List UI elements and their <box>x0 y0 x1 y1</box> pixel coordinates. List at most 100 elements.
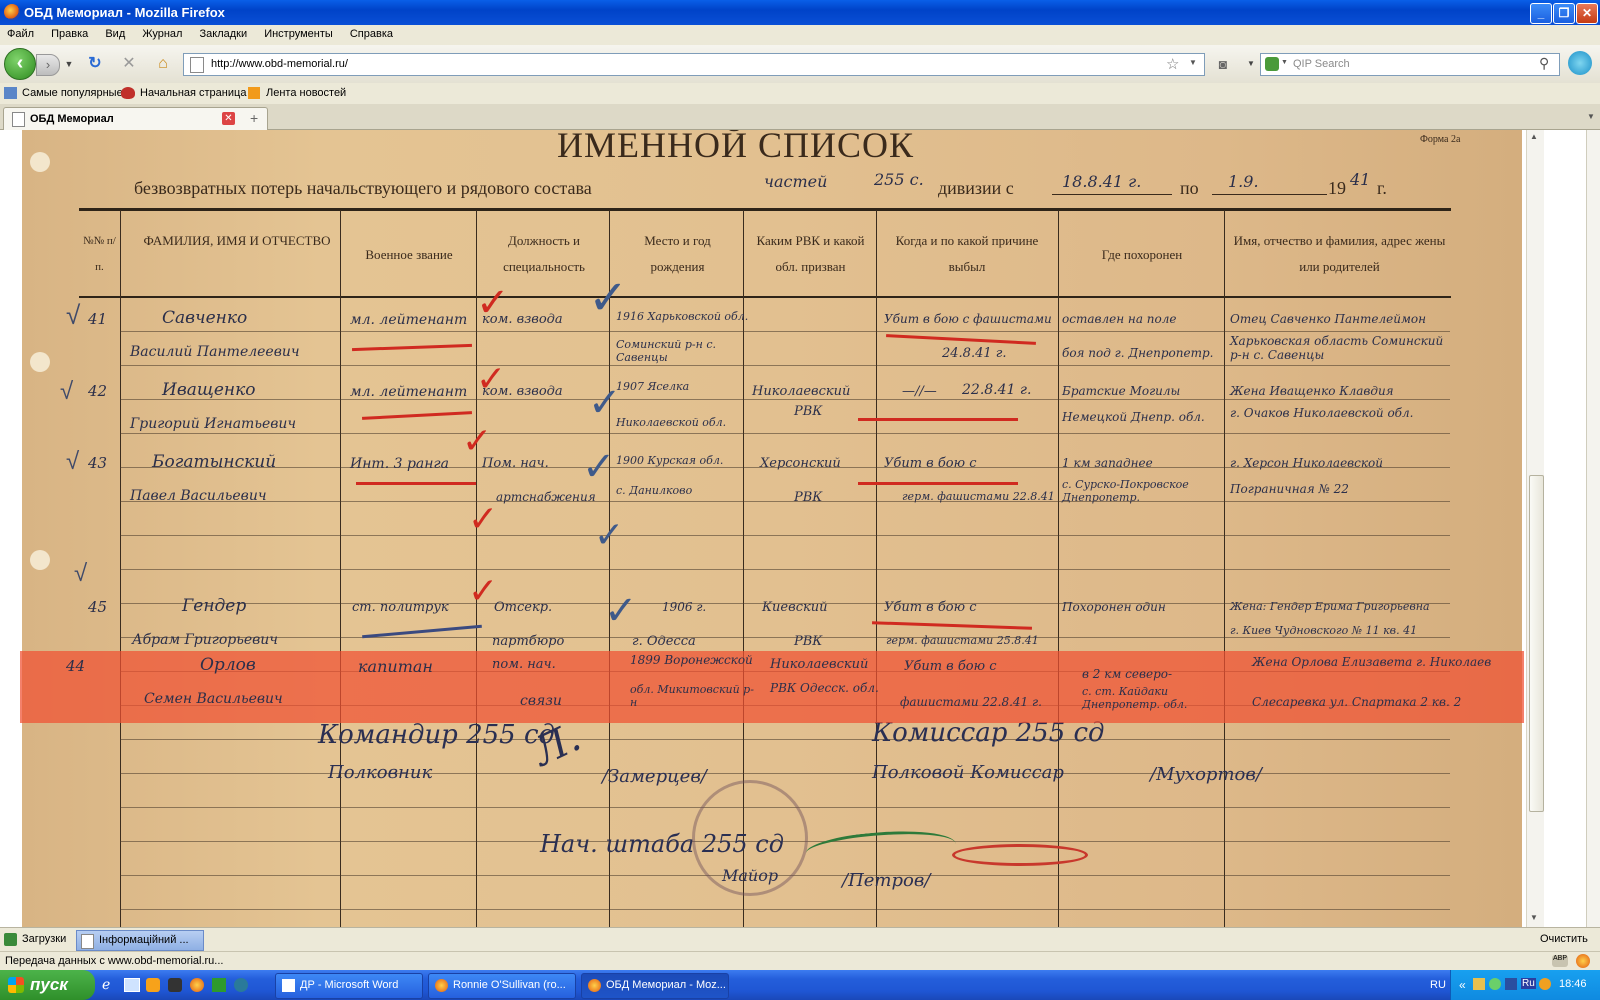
desktop-icon[interactable] <box>124 978 140 992</box>
qip-icon[interactable] <box>234 978 248 992</box>
task-word[interactable]: ДР - Microsoft Word <box>275 973 423 999</box>
forward-button[interactable]: › <box>36 54 60 76</box>
task-obd-memorial[interactable]: ОБД Мемориал - Moz... <box>581 973 729 999</box>
adblock-icon[interactable]: ABP <box>1552 955 1568 967</box>
red-check-mark: ✓ <box>476 358 507 399</box>
vertical-scrollbar[interactable]: ▲ ▼ <box>1526 130 1545 927</box>
downloads-label[interactable]: Загрузки <box>22 933 66 945</box>
language-indicator[interactable]: RU <box>1430 979 1446 991</box>
column-header-name: ФАМИЛИЯ, ИМЯ И ОТЧЕСТВО <box>143 233 331 248</box>
margin-check-mark: √ <box>66 448 80 475</box>
tray-icon[interactable] <box>1539 978 1551 990</box>
bookmark-popular[interactable]: Самые популярные <box>22 87 123 99</box>
tray-expand-icon[interactable]: « <box>1459 978 1466 992</box>
bookmark-start-page[interactable]: Начальная страница <box>140 87 246 99</box>
media-icon[interactable] <box>146 978 160 992</box>
menu-history[interactable]: Журнал <box>135 25 189 40</box>
tray-icon[interactable] <box>1473 978 1485 990</box>
new-tab-icon[interactable]: + <box>250 110 258 126</box>
menu-help[interactable]: Справка <box>343 25 400 40</box>
engine-dropdown-icon[interactable]: ▼ <box>1281 59 1288 66</box>
row-date: 22.8.41 г. <box>962 382 1032 398</box>
addon-icon[interactable] <box>1576 954 1590 968</box>
row-given-names: Семен Васильевич <box>144 691 283 707</box>
bookmarks-toolbar: Самые популярные Начальная страница Лент… <box>0 83 1600 104</box>
row-buried: Похоронен один <box>1062 600 1166 614</box>
commissar-name: /Мухортов/ <box>1150 764 1262 785</box>
clear-button[interactable]: Очистить <box>1540 933 1588 945</box>
task-obd-memorial-label: ОБД Мемориал - Moz... <box>606 979 726 991</box>
row-given-names: Василий Пантелеевич <box>130 344 300 360</box>
windows-taskbar: пуск ℯ ДР - Microsoft Word Ronnie O'Sull… <box>0 970 1600 1000</box>
reload-icon[interactable]: ↻ <box>84 54 106 74</box>
scroll-down-icon[interactable]: ▼ <box>1530 913 1538 922</box>
search-box[interactable]: ▼ QIP Search ⚲ <box>1260 53 1560 76</box>
tray-language-icon[interactable]: Ru <box>1521 978 1536 989</box>
search-icon[interactable]: ⚲ <box>1539 55 1549 72</box>
menu-edit[interactable]: Правка <box>44 25 95 40</box>
bookmark-folder-icon <box>4 87 17 99</box>
scrollbar-thumb[interactable] <box>1529 475 1544 812</box>
row-number: 42 <box>88 382 108 400</box>
url-dropdown-icon[interactable]: ▼ <box>1189 58 1197 67</box>
menu-file[interactable]: Файл <box>0 25 41 40</box>
date-to: 1.9. <box>1228 172 1259 191</box>
bookmark-star-icon[interactable]: ☆ <box>1166 55 1179 73</box>
tab-close-icon[interactable]: ✕ <box>222 112 235 125</box>
red-check-mark: ✓ <box>468 570 499 611</box>
back-button[interactable]: ‹ <box>4 48 36 80</box>
row-rvk: Киевский <box>762 600 828 615</box>
stop-icon[interactable]: ✕ <box>118 54 140 74</box>
task-browser-2[interactable]: Ronnie O'Sullivan (ro... <box>428 973 576 999</box>
ie-icon[interactable]: ℯ <box>102 976 110 993</box>
rss-start-icon <box>121 87 135 99</box>
search-engine-icon[interactable] <box>1265 57 1279 71</box>
download-item[interactable]: Інформаційний ... <box>76 930 204 951</box>
firefox-task-icon <box>435 979 448 992</box>
url-bar[interactable]: http://www.obd-memorial.ru/ ☆ ▼ <box>183 53 1205 76</box>
highlighted-row[interactable]: 44 Орлов Семен Васильевич капитан пом. н… <box>20 651 1524 723</box>
maximize-button[interactable]: ❐ <box>1553 3 1575 24</box>
row-birth-place: Николаевской обл. <box>616 416 727 429</box>
menu-view[interactable]: Вид <box>98 25 132 40</box>
row-buried-place: Немецкой Днепр. обл. <box>1062 410 1205 424</box>
h-app-icon[interactable] <box>212 978 226 992</box>
row-rank: капитан <box>358 657 433 676</box>
menu-bookmarks[interactable]: Закладки <box>193 25 255 40</box>
window-title: ОБД Мемориал - Mozilla Firefox <box>24 5 225 20</box>
document-heading: ИМЕННОЙ СПИСОК <box>557 130 915 165</box>
screenshot-dropdown-icon[interactable]: ▼ <box>1240 54 1262 74</box>
red-check-mark: ✓ <box>468 498 499 539</box>
windows-logo-icon <box>8 977 24 993</box>
scroll-up-icon[interactable]: ▲ <box>1530 132 1538 141</box>
start-button[interactable]: пуск <box>0 970 95 1000</box>
tab-list-icon[interactable]: ▼ <box>1587 112 1595 121</box>
bookmark-news-feed[interactable]: Лента новостей <box>266 87 346 99</box>
row-birth: 1900 Курская обл. <box>616 454 724 467</box>
row-rvk: Херсонский <box>760 456 841 471</box>
app-icon[interactable] <box>168 978 182 992</box>
menu-tools[interactable]: Инструменты <box>257 25 340 40</box>
row-number: 45 <box>88 598 108 616</box>
tab-obd-memorial[interactable]: ОБД Мемориал ✕ <box>3 107 268 130</box>
minimize-button[interactable]: _ <box>1530 3 1552 24</box>
screenshot-icon[interactable]: ◙ <box>1212 54 1234 74</box>
row-surname: Богатынский <box>152 452 277 472</box>
row-buried-place: с. ст. Кайдаки Днепропетр. обл. <box>1082 685 1188 711</box>
history-dropdown-icon[interactable]: ▼ <box>58 54 80 74</box>
navigation-toolbar: ‹ › ▼ ↻ ✕ ⌂ http://www.obd-memorial.ru/ … <box>0 45 1600 84</box>
blue-check-mark: ✓ <box>582 445 616 489</box>
row-family-address: г. Киев Чудновского № 11 кв. 41 <box>1230 624 1418 637</box>
blue-check-mark: ✓ <box>588 272 629 325</box>
tray-icon[interactable] <box>1489 978 1501 990</box>
chrome-icon[interactable] <box>190 978 204 992</box>
row-surname: Гендер <box>182 596 247 616</box>
row-surname: Иващенко <box>162 380 256 400</box>
close-button[interactable]: ✕ <box>1576 3 1598 24</box>
row-post: Отсекр. <box>494 600 553 615</box>
skype-icon[interactable] <box>1568 51 1592 75</box>
outer-scrollbar[interactable] <box>1586 130 1600 927</box>
year-prefix: 19 <box>1328 178 1346 198</box>
home-icon[interactable]: ⌂ <box>152 54 174 74</box>
tray-icon[interactable] <box>1505 978 1517 990</box>
